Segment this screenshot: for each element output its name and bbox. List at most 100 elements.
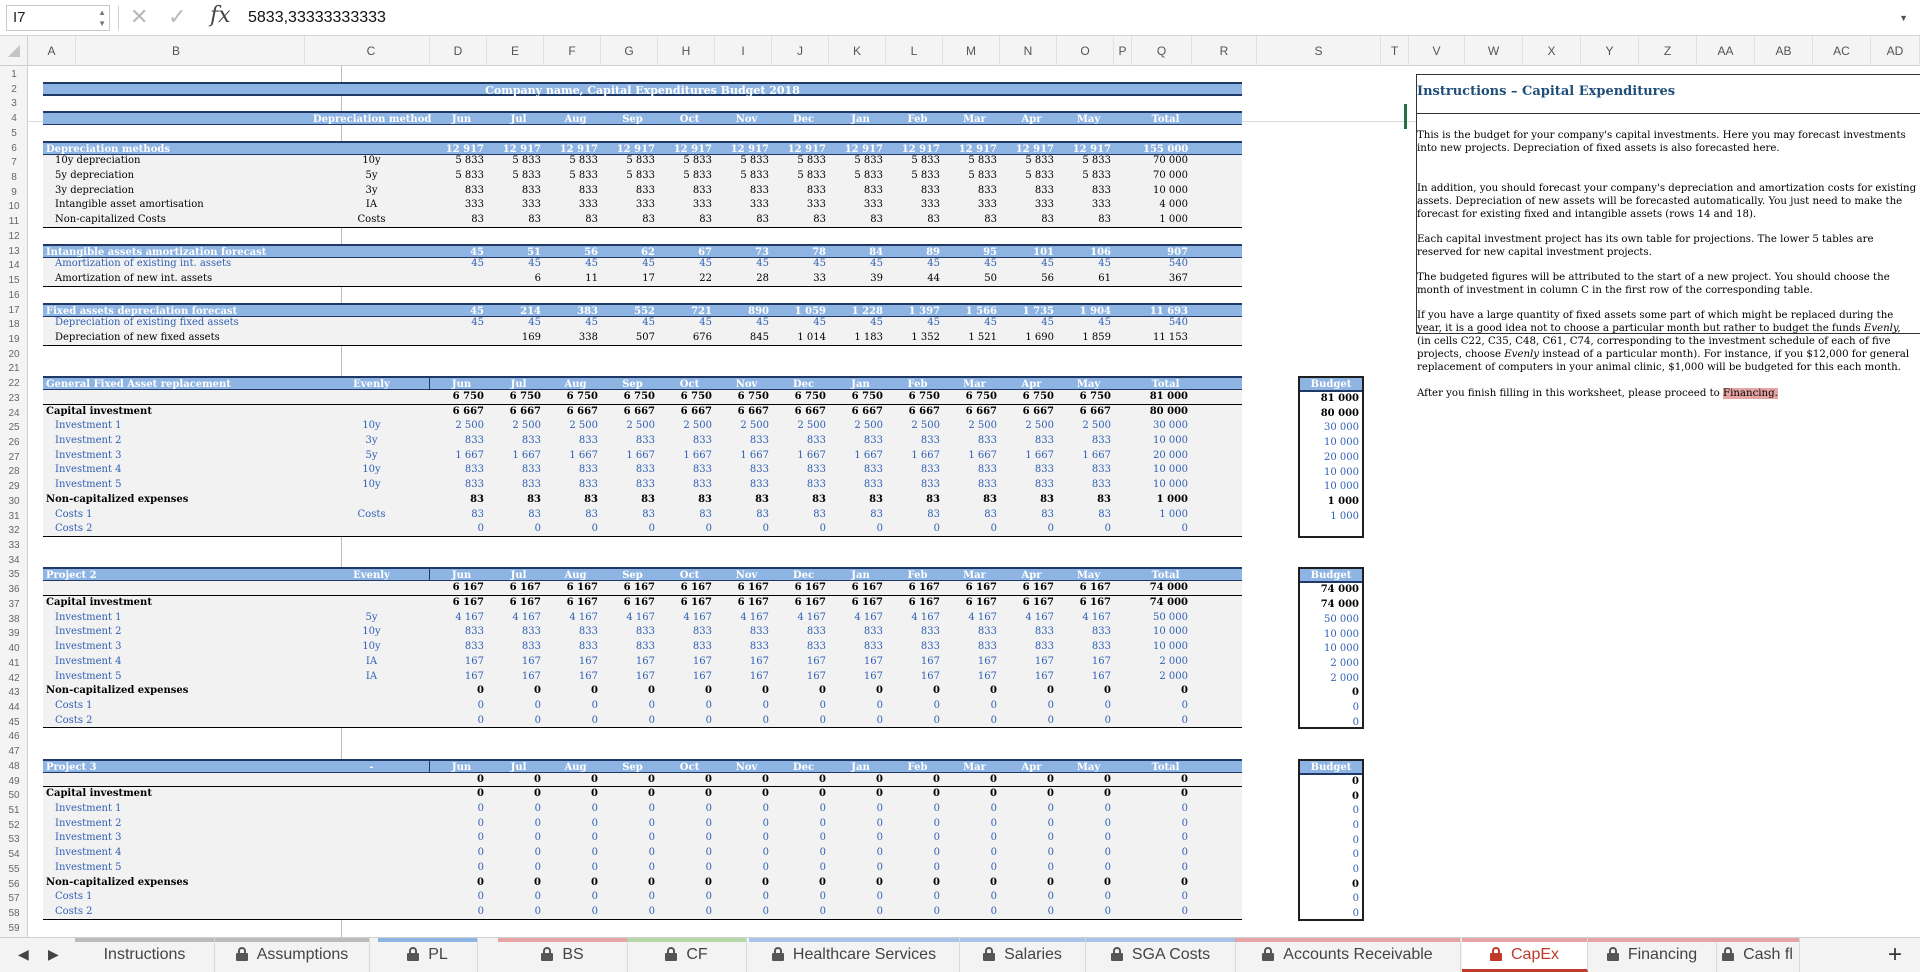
budget-value[interactable]: 0 [1300, 716, 1362, 731]
row-header[interactable]: 9 [0, 186, 28, 201]
budget-value[interactable]: 10 000 [1300, 480, 1362, 495]
tab-capex[interactable]: CapEx [1462, 938, 1588, 972]
budget-value[interactable]: 0 [1300, 790, 1362, 805]
budget-value[interactable]: 10 000 [1300, 436, 1362, 451]
column-header[interactable]: D [430, 36, 487, 66]
budget-value[interactable]: 74 000 [1300, 598, 1362, 613]
row-header[interactable]: 37 [0, 598, 28, 613]
column-header[interactable]: O [1057, 36, 1114, 66]
row-header[interactable]: 40 [0, 642, 28, 657]
column-header[interactable]: AD [1871, 36, 1920, 66]
tab-salaries[interactable]: Salaries [960, 938, 1086, 972]
column-header[interactable]: P [1114, 36, 1132, 66]
row-header[interactable]: 48 [0, 760, 28, 775]
column-header[interactable]: S [1257, 36, 1381, 66]
method-value[interactable]: IA [313, 198, 430, 213]
method-value[interactable]: Costs [313, 508, 430, 523]
row-header[interactable]: 26 [0, 436, 28, 451]
tab-healthcare-services[interactable]: Healthcare Services [749, 938, 960, 972]
method-value[interactable]: 5y [313, 169, 430, 184]
budget-value[interactable]: 0 [1300, 848, 1362, 863]
budget-value[interactable]: 0 [1300, 819, 1362, 834]
row-header[interactable]: 20 [0, 348, 28, 363]
budget-value[interactable]: 80 000 [1300, 407, 1362, 422]
budget-value[interactable]: 2 000 [1300, 657, 1362, 672]
budget-value[interactable]: 10 000 [1300, 628, 1362, 643]
budget-value[interactable]: 10 000 [1300, 642, 1362, 657]
method-value[interactable]: 10y [313, 640, 430, 655]
row-header[interactable]: 53 [0, 833, 28, 848]
row-header[interactable]: 6 [0, 142, 28, 157]
method-value[interactable]: 10y [313, 625, 430, 640]
check-icon[interactable]: ✓ [168, 4, 186, 30]
column-header[interactable]: F [544, 36, 601, 66]
row-header[interactable]: 49 [0, 775, 28, 790]
column-header[interactable]: K [829, 36, 886, 66]
budget-value[interactable]: 0 [1300, 907, 1362, 922]
budget-value[interactable]: 74 000 [1300, 583, 1362, 598]
formula-expand-icon[interactable]: ▼ [1899, 13, 1908, 23]
row-header[interactable]: 52 [0, 819, 28, 834]
column-header[interactable]: Y [1581, 36, 1639, 66]
method-value[interactable]: 5y [313, 611, 430, 626]
row-header[interactable]: 57 [0, 892, 28, 907]
row-header[interactable]: 22 [0, 377, 28, 392]
column-header[interactable]: V [1409, 36, 1465, 66]
budget-value[interactable]: 0 [1300, 686, 1362, 701]
close-icon[interactable]: ✕ [130, 4, 148, 30]
budget-value[interactable]: 0 [1300, 834, 1362, 849]
budget-value[interactable]: 81 000 [1300, 392, 1362, 407]
row-header[interactable]: 31 [0, 510, 28, 525]
budget-value[interactable] [1300, 524, 1362, 539]
row-header[interactable]: 41 [0, 657, 28, 672]
column-header[interactable]: J [772, 36, 829, 66]
row-header[interactable]: 38 [0, 613, 28, 628]
column-header[interactable]: Z [1639, 36, 1697, 66]
row-header[interactable]: 54 [0, 848, 28, 863]
formula-input[interactable]: 5833,33333333333 [248, 6, 386, 30]
column-header[interactable]: N [1000, 36, 1057, 66]
financing-link[interactable]: Financing. [1723, 388, 1778, 399]
budget-value[interactable]: 0 [1300, 892, 1362, 907]
row-header[interactable]: 21 [0, 362, 28, 377]
tab-financing[interactable]: Financing [1588, 938, 1717, 972]
tab-instructions[interactable]: Instructions [75, 938, 215, 972]
select-all-corner[interactable] [0, 36, 28, 66]
budget-value[interactable]: 0 [1300, 804, 1362, 819]
row-header[interactable]: 23 [0, 392, 28, 407]
tab-assumptions[interactable]: Assumptions [215, 938, 370, 972]
row-header[interactable]: 43 [0, 686, 28, 701]
row-header[interactable]: 28 [0, 465, 28, 480]
row-header[interactable]: 47 [0, 745, 28, 760]
name-box[interactable]: I7 ▲ ▼ [6, 5, 110, 31]
method-value[interactable]: IA [313, 670, 430, 685]
row-header[interactable]: 34 [0, 554, 28, 569]
row-header[interactable]: 11 [0, 215, 28, 230]
method-value[interactable]: IA [313, 655, 430, 670]
method-value[interactable]: 10y [313, 154, 430, 169]
tab-pl[interactable]: PL [378, 938, 478, 972]
budget-value[interactable]: 20 000 [1300, 451, 1362, 466]
column-header[interactable]: G [601, 36, 658, 66]
row-header[interactable]: 39 [0, 627, 28, 642]
row-header[interactable]: 7 [0, 156, 28, 171]
row-header[interactable]: 16 [0, 289, 28, 304]
row-header[interactable]: 19 [0, 333, 28, 348]
row-header[interactable]: 36 [0, 583, 28, 598]
column-header[interactable]: M [943, 36, 1000, 66]
row-header[interactable]: 42 [0, 672, 28, 687]
row-header[interactable]: 32 [0, 524, 28, 539]
row-header[interactable]: 25 [0, 421, 28, 436]
method-value[interactable]: 10y [313, 478, 430, 493]
budget-value[interactable]: 10 000 [1300, 466, 1362, 481]
row-header[interactable]: 2 [0, 83, 28, 98]
select-all-icon[interactable] [8, 45, 20, 57]
row-header[interactable]: 24 [0, 407, 28, 422]
tab-sga-costs[interactable]: SGA Costs [1086, 938, 1236, 972]
row-header[interactable]: 51 [0, 804, 28, 819]
method-value[interactable]: 10y [313, 463, 430, 478]
column-header[interactable]: AA [1697, 36, 1755, 66]
row-header[interactable]: 4 [0, 112, 28, 127]
tab-cash-fl[interactable]: Cash fl [1716, 938, 1800, 972]
budget-value[interactable]: 0 [1300, 775, 1362, 790]
